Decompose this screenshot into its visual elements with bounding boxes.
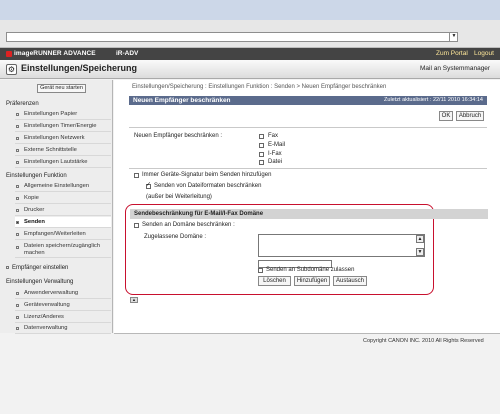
formats-label: Senden von Dateiformaten beschränken	[154, 183, 262, 189]
ok-button[interactable]: OK	[439, 111, 453, 121]
page-bottom	[0, 334, 500, 414]
panel-title: Neuen Empfänger beschränken	[133, 97, 231, 104]
bullet-icon	[16, 113, 19, 116]
sidebar-item-general[interactable]: Allgemeine Einstellungen	[15, 181, 111, 192]
divider	[129, 168, 487, 169]
domain-restrict-label: Senden an Domäne beschränken :	[142, 222, 235, 228]
sidebar-section-destination[interactable]: Empfänger einstellen	[6, 265, 68, 271]
bullet-icon	[16, 161, 19, 164]
sidebar-item-users[interactable]: Anwenderverwaltung	[15, 288, 111, 299]
ifax-checkbox[interactable]	[259, 152, 264, 157]
browser-top	[0, 0, 500, 20]
brand-name: imageRUNNER ADVANCE	[14, 50, 96, 57]
bullet-icon	[16, 149, 19, 152]
sidebar-item-device[interactable]: Geräteverwaltung	[15, 300, 111, 311]
email-checkbox[interactable]	[259, 143, 264, 148]
subdomain-checkbox[interactable]	[258, 268, 263, 273]
mail-admin-link[interactable]: Mail an Systemmanager	[420, 65, 490, 72]
bullet-icon	[16, 246, 19, 249]
scroll-down-icon[interactable]: ▼	[416, 248, 424, 256]
domain-list[interactable]	[258, 234, 425, 257]
bullet-icon	[16, 292, 19, 295]
sidebar-section-preferences[interactable]: Präferenzen	[6, 101, 39, 107]
sidebar-item-volume[interactable]: Einstellungen Lautstärke	[15, 157, 111, 168]
file-checkbox[interactable]	[259, 160, 264, 165]
copyright: Copyright CANON INC. 2010 All Rights Res…	[363, 338, 484, 344]
bullet-icon	[16, 233, 19, 236]
address-dropdown-icon[interactable]: ▼	[449, 32, 458, 42]
address-bar[interactable]	[6, 32, 458, 42]
app-header: imageRUNNER ADVANCE iR-ADV Zum Portal Lo…	[0, 48, 500, 60]
device-name: iR-ADV	[116, 50, 139, 57]
sidebar-item-send[interactable]: Senden	[15, 217, 111, 228]
file-label: Datei	[268, 159, 283, 165]
sidebar-item-copy[interactable]: Kopie	[15, 193, 111, 204]
bullet-icon	[16, 125, 19, 128]
signature-checkbox[interactable]	[134, 173, 139, 178]
subdomain-label: Senden an Subdomäne zulassen	[266, 267, 355, 273]
ifax-label: I-Fax	[268, 151, 282, 157]
scroll-up-icon[interactable]: ▲	[416, 235, 424, 243]
sidebar-item-store-files[interactable]: Dateien speichern/zugänglich machen	[15, 242, 111, 258]
bullet-icon	[16, 197, 19, 200]
replace-button[interactable]: Austausch	[333, 276, 367, 286]
restrict-label: Neuen Empfänger beschränken :	[134, 133, 223, 139]
panel-header: Neuen Empfänger beschränken Zuletzt aktu…	[129, 96, 487, 105]
formats-note: (außer bei Weiterleitung)	[146, 194, 212, 200]
sidebar-section-management[interactable]: Einstellungen Verwaltung	[6, 279, 73, 285]
delete-button[interactable]: Löschen	[258, 276, 291, 286]
sidebar-item-printer[interactable]: Drucker	[15, 205, 111, 216]
sidebar-item-network[interactable]: Einstellungen Netzwerk	[15, 133, 111, 144]
sidebar-item-timer[interactable]: Einstellungen Timer/Energie	[15, 121, 111, 132]
signature-label: Immer Geräte-Signatur beim Senden hinzuf…	[142, 172, 272, 178]
sidebar-item-license[interactable]: Lizenz/Anderes	[15, 312, 111, 323]
breadcrumb: Einstellungen/Speicherung : Einstellunge…	[132, 84, 387, 90]
domain-restrict-checkbox[interactable]	[134, 223, 139, 228]
title-bar: ⚙ Einstellungen/Speicherung Mail an Syst…	[0, 60, 500, 79]
formats-checkbox[interactable]	[146, 181, 151, 189]
sidebar-section-function[interactable]: Einstellungen Funktion	[6, 173, 67, 179]
restart-button[interactable]: Gerät neu starten	[37, 84, 86, 93]
bullet-icon	[16, 316, 19, 319]
cancel-button[interactable]: Abbruch	[456, 111, 484, 121]
allowed-domains-label: Zugelassene Domäne :	[144, 234, 207, 240]
last-updated: Zuletzt aktualisiert : 22/11 2010 16:34:…	[384, 97, 483, 103]
bullet-icon	[16, 327, 19, 330]
collapse-arrow-icon[interactable]: ▲	[130, 297, 138, 303]
fax-checkbox[interactable]	[259, 134, 264, 139]
bullet-icon	[16, 209, 19, 212]
group-title: Sendebeschränkung für E-Mail/I-Fax Domän…	[130, 209, 488, 219]
bullet-icon	[16, 221, 19, 224]
divider	[129, 127, 487, 128]
email-label: E-Mail	[268, 142, 286, 148]
settings-icon: ⚙	[6, 64, 17, 75]
add-button[interactable]: Hinzufügen	[294, 276, 330, 286]
bullet-icon	[16, 304, 19, 307]
page-title: Einstellungen/Speicherung	[21, 63, 138, 73]
sidebar-item-paper[interactable]: Einstellungen Papier	[15, 109, 111, 120]
sidebar-item-receive[interactable]: Empfangen/Weiterleiten	[15, 229, 111, 240]
logout-link[interactable]: Logout	[474, 48, 494, 60]
sidebar-item-interface[interactable]: Externe Schnittstelle	[15, 145, 111, 156]
bullet-icon	[16, 185, 19, 188]
canon-logo-icon	[6, 51, 12, 57]
address-strip: ▼	[0, 20, 500, 48]
bullet-icon	[6, 265, 9, 269]
portal-link[interactable]: Zum Portal	[436, 48, 468, 60]
sidebar-item-data[interactable]: Datenverwaltung	[15, 323, 111, 334]
bullet-icon	[16, 137, 19, 140]
fax-label: Fax	[268, 133, 279, 139]
